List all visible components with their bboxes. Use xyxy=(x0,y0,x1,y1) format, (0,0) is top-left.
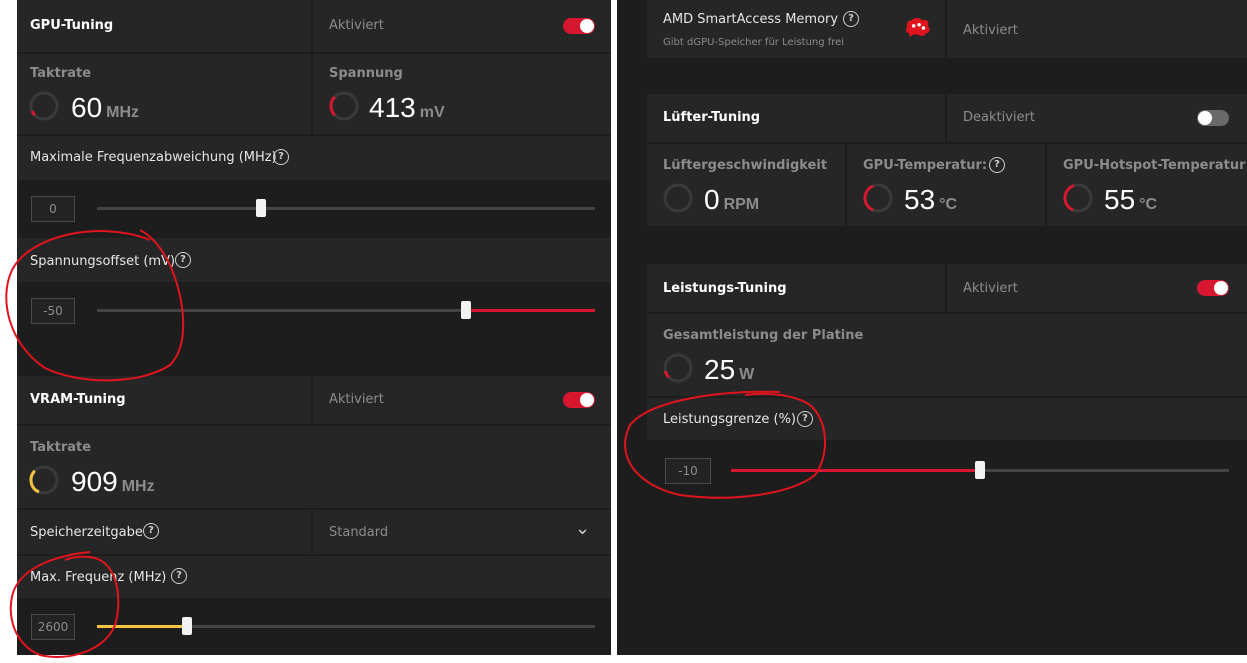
gpu-clock-cell: Taktrate 60 MHz xyxy=(17,54,311,134)
memory-timing-value: Standard xyxy=(329,525,389,540)
memory-timing-dropdown[interactable]: Standard ⌄ xyxy=(313,510,611,554)
fan-speed-cell: Lüftergeschwindigkeit 0 RPM xyxy=(647,144,845,226)
vram-tuning-header: VRAM-Tuning xyxy=(17,376,311,424)
hotspot-temp-label: GPU-Hotspot-Temperatur xyxy=(1063,158,1246,173)
vram-clock-value: 909 MHz xyxy=(71,466,155,497)
sam-info-cell: AMD SmartAccess Memory ? Gibt dGPU-Speic… xyxy=(647,0,945,58)
gpu-voltage-gauge-icon xyxy=(329,91,359,121)
sam-status-cell[interactable]: Aktiviert xyxy=(947,0,1247,58)
max-freq-fill xyxy=(97,625,187,628)
fan-tuning-header: Lüfter-Tuning xyxy=(647,94,945,142)
gpu-clock-gauge-icon xyxy=(29,91,59,121)
board-power-cell: Gesamtleistung der Platine 25 W xyxy=(647,314,1247,396)
vram-clock-gauge-icon xyxy=(29,465,59,495)
max-freq-offset-thumb[interactable] xyxy=(256,199,267,217)
max-freq-help-icon[interactable]: ? xyxy=(171,568,187,584)
fan-speed-value: 0 RPM xyxy=(704,184,760,215)
fan-speed-gauge-icon xyxy=(663,183,693,213)
vram-tuning-toggle[interactable] xyxy=(563,392,595,408)
max-freq-offset-slider-row: 0 xyxy=(17,182,611,236)
power-tuning-header: Leistungs-Tuning xyxy=(647,264,945,312)
power-tuning-toggle[interactable] xyxy=(1197,280,1229,296)
sam-help-icon[interactable]: ? xyxy=(843,11,859,27)
hotspot-temp-cell: GPU-Hotspot-Temperatur 55 °C xyxy=(1047,144,1247,226)
power-limit-label: Leistungsgrenze (%) xyxy=(663,412,796,427)
hotspot-temp-value: 55 °C xyxy=(1104,184,1158,215)
power-limit-header: Leistungsgrenze (%) ? xyxy=(647,398,1247,440)
brain-icon xyxy=(906,17,930,37)
max-freq-slider-row: 2600 xyxy=(17,600,611,655)
gpu-clock-value: 60 MHz xyxy=(71,92,140,123)
power-limit-slider-row: -10 xyxy=(647,442,1247,502)
gpu-temp-value: 53 °C xyxy=(904,184,958,215)
sam-status: Aktiviert xyxy=(963,23,1018,38)
vram-tuning-status-cell[interactable]: Aktiviert xyxy=(313,376,611,424)
sam-title: AMD SmartAccess Memory xyxy=(663,12,839,27)
max-freq-offset-input[interactable]: 0 xyxy=(31,196,75,222)
gpu-temp-gauge-icon xyxy=(863,183,893,213)
power-tuning-title: Leistungs-Tuning xyxy=(663,281,787,296)
voltage-offset-thumb[interactable] xyxy=(460,301,471,319)
gpu-tuning-status-cell[interactable]: Aktiviert xyxy=(313,0,611,52)
gpu-tuning-toggle[interactable] xyxy=(563,18,595,34)
hotspot-temp-gauge-icon xyxy=(1063,183,1093,213)
board-power-value: 25 W xyxy=(704,354,755,385)
gpu-tuning-header: GPU-Tuning xyxy=(17,0,311,52)
board-power-label: Gesamtleistung der Platine xyxy=(663,328,864,343)
gpu-voltage-value: 413 mV xyxy=(369,92,445,123)
max-freq-label: Max. Frequenz (MHz) xyxy=(30,570,167,585)
sam-subtitle: Gibt dGPU-Speicher für Leistung frei xyxy=(663,37,845,48)
gpu-voltage-label: Spannung xyxy=(329,66,403,81)
fan-tuning-title: Lüfter-Tuning xyxy=(663,110,761,125)
voltage-offset-help-icon[interactable]: ? xyxy=(175,252,191,268)
gpu-voltage-cell: Spannung 413 mV xyxy=(313,54,611,134)
vram-clock-cell: Taktrate 909 MHz xyxy=(17,426,611,508)
max-freq-offset-label: Maximale Frequenzabweichung (MHz) xyxy=(30,150,277,165)
gpu-temp-cell: GPU-Temperatur: ? 53 °C xyxy=(847,144,1045,226)
gpu-clock-label: Taktrate xyxy=(30,66,92,81)
power-limit-input[interactable]: -10 xyxy=(665,458,711,484)
chevron-down-icon: ⌄ xyxy=(575,518,591,539)
voltage-offset-header: Spannungsoffset (mV) ? xyxy=(17,238,611,282)
max-freq-input[interactable]: 2600 xyxy=(31,614,75,640)
memory-timing-help-icon[interactable]: ? xyxy=(143,523,159,539)
fan-tuning-status: Deaktiviert xyxy=(963,110,1035,125)
max-freq-offset-help-icon[interactable]: ? xyxy=(273,149,289,165)
max-freq-header: Max. Frequenz (MHz) ? xyxy=(17,556,611,598)
vram-tuning-status: Aktiviert xyxy=(329,392,384,407)
power-limit-help-icon[interactable]: ? xyxy=(797,411,813,427)
vram-tuning-title: VRAM-Tuning xyxy=(30,392,126,407)
power-tuning-status-cell[interactable]: Aktiviert xyxy=(947,264,1247,312)
fan-tuning-toggle[interactable] xyxy=(1197,110,1229,126)
memory-timing-label-cell: Speicherzeitgabe ? xyxy=(17,510,311,554)
gpu-tuning-status: Aktiviert xyxy=(329,18,384,33)
fan-tuning-status-cell[interactable]: Deaktiviert xyxy=(947,94,1247,142)
gpu-temp-label: GPU-Temperatur: xyxy=(863,158,988,173)
voltage-offset-fill xyxy=(465,309,595,312)
voltage-offset-label: Spannungsoffset (mV) xyxy=(30,254,176,269)
memory-timing-label: Speicherzeitgabe xyxy=(30,525,143,540)
power-limit-fill xyxy=(731,469,980,472)
power-limit-thumb[interactable] xyxy=(975,461,985,479)
max-freq-offset-track[interactable] xyxy=(97,207,595,210)
max-freq-offset-header: Maximale Frequenzabweichung (MHz) ? xyxy=(17,136,611,180)
max-freq-thumb[interactable] xyxy=(181,617,192,635)
board-power-gauge-icon xyxy=(663,353,693,383)
voltage-offset-input[interactable]: -50 xyxy=(31,298,75,324)
gpu-temp-help-icon[interactable]: ? xyxy=(989,157,1005,173)
fan-speed-label: Lüftergeschwindigkeit xyxy=(663,158,828,173)
vram-clock-label: Taktrate xyxy=(30,440,92,455)
gpu-tuning-title: GPU-Tuning xyxy=(30,18,114,33)
voltage-offset-slider-row: -50 xyxy=(17,284,611,338)
power-tuning-status: Aktiviert xyxy=(963,281,1018,296)
